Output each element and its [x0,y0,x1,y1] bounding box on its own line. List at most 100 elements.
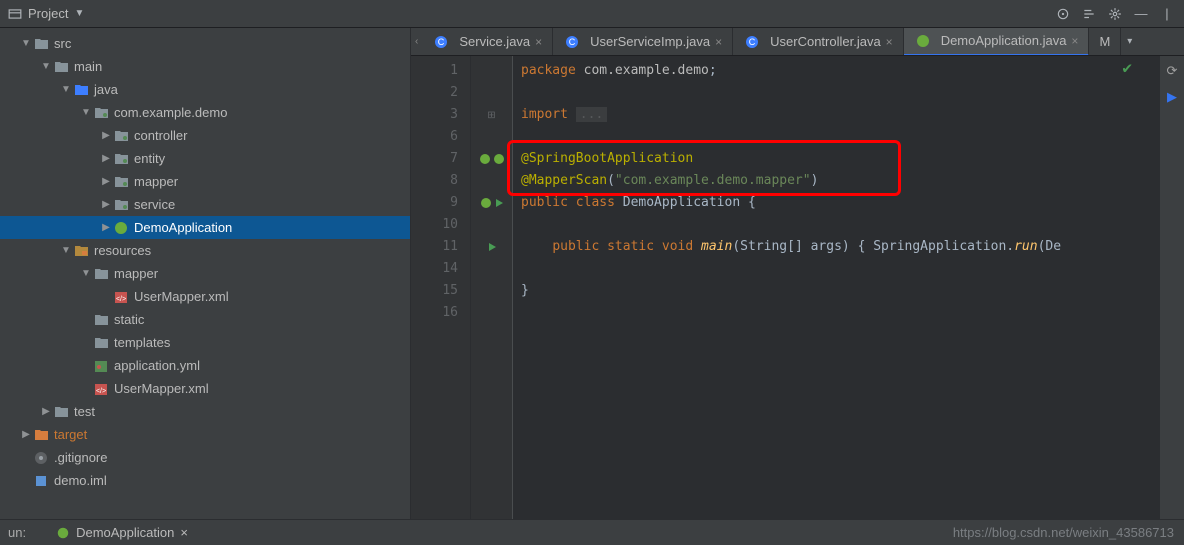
annotation-springbootapplication: @SpringBootApplication [521,151,693,166]
sort-icon[interactable] [1080,5,1098,23]
tab-label: DemoApplication.java [941,33,1067,48]
tree-label: com.example.demo [114,105,227,120]
project-tree-panel: src mainjava com.example.demo controller ent… [0,28,411,519]
tree-label: src [54,36,71,51]
tree-label: service [134,197,175,212]
tree-node-demo-iml[interactable]: demo.iml [0,469,410,492]
svg-text:C: C [749,37,756,47]
expand-arrow-icon[interactable] [100,176,112,187]
folder-gray-icon [52,404,70,420]
expand-arrow-icon[interactable] [20,38,32,49]
folder-gray-icon [92,312,110,328]
expand-arrow-icon[interactable] [60,245,72,256]
folder-gray-icon [92,266,110,282]
tree-node--gitignore[interactable]: .gitignore [0,446,410,469]
project-title-dropdown[interactable]: Project ▼ [8,6,84,21]
tree-label: controller [134,128,187,143]
tree-label: resources [94,243,151,258]
collapse-icon[interactable]: — [1132,5,1150,23]
watermark-text: https://blog.csdn.net/weixin_43586713 [953,525,1174,540]
expand-arrow-icon[interactable] [80,107,92,118]
expand-arrow-icon[interactable] [100,222,112,233]
tree-node-templates[interactable]: templates [0,331,410,354]
expand-arrow-icon[interactable] [100,153,112,164]
expand-arrow-icon[interactable] [100,199,112,210]
tab-label: M [1099,34,1110,49]
tree-node-mapper[interactable]: mapper [0,170,410,193]
tab-label: UserServiceImp.java [590,34,710,49]
folded-imports[interactable]: ... [576,107,607,122]
bean-leaf-icon [479,153,491,165]
close-icon[interactable]: × [180,525,188,540]
tree-node-resources[interactable]: resources [0,239,410,262]
tab-overflow-icon[interactable]: ‹ [411,36,422,47]
project-tree[interactable]: src mainjava com.example.demo controller ent… [0,28,410,496]
tree-node-entity[interactable]: entity [0,147,410,170]
tree-node-service[interactable]: service [0,193,410,216]
method-name: main [701,239,732,254]
folder-gray-icon [52,59,70,75]
tree-node-demoapplication[interactable]: DemoApplication [0,216,410,239]
yaml-icon [92,358,110,374]
method-call: run [1014,239,1037,254]
tab-demoapplication-java[interactable]: DemoApplication.java × [904,28,1090,56]
refresh-icon[interactable]: ⟳ [1163,62,1181,80]
keyword: public class [521,195,623,210]
settings-gear-icon[interactable] [1106,5,1124,23]
git-icon [32,450,50,466]
close-icon[interactable]: × [535,35,542,49]
tree-node-static[interactable]: static [0,308,410,331]
expand-arrow-icon[interactable] [40,61,52,72]
tree-label: application.yml [114,358,200,373]
tree-node-main[interactable]: main [0,55,410,78]
tree-label: templates [114,335,170,350]
tree-node-com-example-demo[interactable]: com.example.demo [0,101,410,124]
editor-right-bar: ⟳ ▶ [1160,56,1184,519]
spring-icon [56,526,70,540]
folder-gray-icon [32,36,50,52]
close-icon[interactable]: × [715,35,722,49]
close-icon[interactable]: × [886,35,893,49]
expand-arrow-icon[interactable] [100,130,112,141]
java-icon: C [743,34,761,50]
tree-node-mapper[interactable]: mapper [0,262,410,285]
check-icon: ✔ [1122,58,1132,77]
annotation-mapperscan: @MapperScan [521,173,607,188]
spring-icon [112,220,130,236]
tree-label: DemoApplication [134,220,232,235]
gutter-icons: ⊞ [471,56,513,519]
tree-node-application-yml[interactable]: application.yml [0,354,410,377]
svg-text:</>: </> [96,388,106,395]
tree-label: target [54,427,87,442]
tree-node-java[interactable]: java [0,78,410,101]
gutter-run-icon[interactable] [471,236,512,258]
tree-node-usermapper-xml[interactable]: </>UserMapper.xml [0,377,410,400]
tab-userserviceimp-java[interactable]: CUserServiceImp.java× [553,28,733,56]
tree-node-controller[interactable]: controller [0,124,410,147]
expand-arrow-icon[interactable] [40,406,52,417]
svg-text:</>: </> [116,296,126,303]
expand-arrow-icon[interactable] [80,268,92,279]
tree-node-usermapper-xml[interactable]: </>UserMapper.xml [0,285,410,308]
close-icon[interactable]: × [1071,34,1078,48]
semicolon: ; [709,63,717,78]
tree-node-test[interactable]: test [0,400,410,423]
gutter-fold-icon[interactable]: ⊞ [471,104,512,126]
tab-m[interactable]: M [1089,28,1121,56]
tree-label: mapper [114,266,158,281]
line-number: 6 [411,126,470,148]
code-editor[interactable]: ✔ package com.example.demo; import ... @… [513,56,1160,519]
expand-arrow-icon[interactable] [60,84,72,95]
tab-service-java[interactable]: CService.java× [422,28,553,56]
tab-dropdown-icon[interactable]: ▾ [1121,36,1138,47]
tab-usercontroller-java[interactable]: CUserController.java× [733,28,904,56]
tree-node-target[interactable]: target [0,423,410,446]
play-icon[interactable]: ▶ [1163,88,1181,106]
line-number: 15 [411,280,470,302]
run-tab[interactable]: DemoApplication × [56,525,188,540]
expand-arrow-icon[interactable] [20,429,32,440]
folder-orange-icon [32,427,50,443]
target-icon[interactable] [1054,5,1072,23]
package-icon [112,174,130,190]
tree-node-src[interactable]: src [0,32,410,55]
